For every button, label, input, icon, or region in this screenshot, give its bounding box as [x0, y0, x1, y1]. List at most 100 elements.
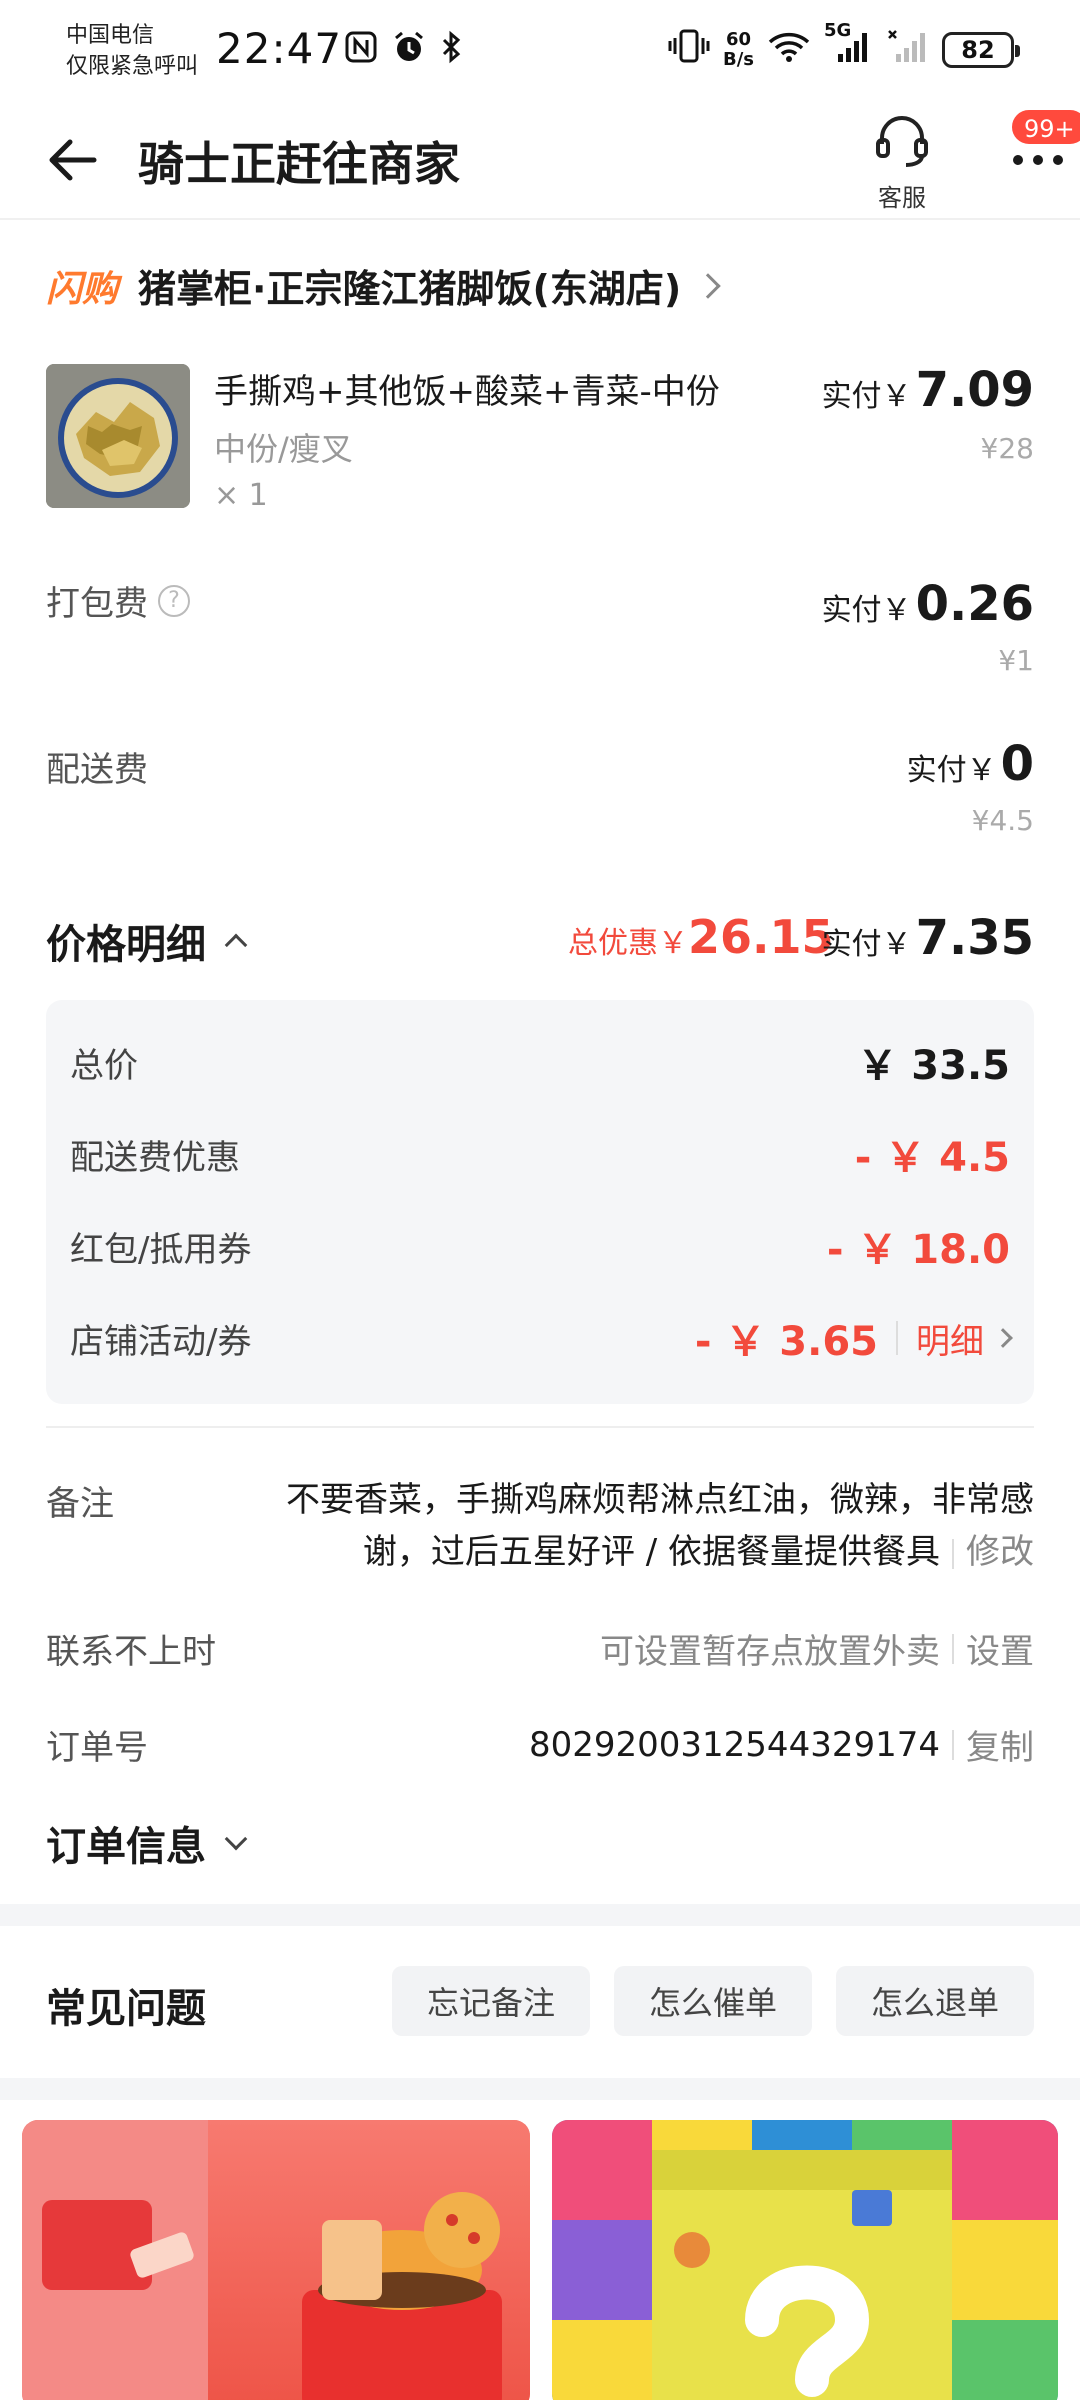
copy-order-number-button[interactable]: 复制	[966, 1720, 1034, 1769]
total-discount: 总优惠￥ 26.15	[568, 910, 834, 964]
discount-prefix: 总优惠￥	[568, 926, 688, 961]
customer-service-button[interactable]: 客服	[862, 114, 942, 212]
mystery-box-image	[552, 2120, 1058, 2400]
price-row-store-promo: 店铺活动/券 - ￥ 3.65 明细	[70, 1308, 1013, 1368]
packing-fee-label: 打包费 ?	[46, 576, 190, 625]
top-nav-bar: 骑士正赶往商家 客服	[0, 100, 1080, 220]
divider	[952, 1729, 954, 1760]
packing-fee-paid: 实付￥ 0.26	[822, 576, 1034, 632]
signal-icon: 5G	[824, 20, 874, 71]
faq-chip-urge-order[interactable]: 怎么催单	[614, 1966, 812, 2036]
note-label: 备注	[46, 1484, 114, 1524]
faq-title: 常见问题	[46, 1986, 206, 2032]
network-type: 5G	[824, 20, 852, 41]
nfc-icon	[344, 30, 378, 73]
price-row-value: - ￥ 3.65	[694, 1319, 878, 1365]
item-quantity: × 1	[214, 478, 268, 513]
price-row-total: 总价 ￥ 33.5	[70, 1032, 1010, 1092]
packing-fee-text: 打包费	[46, 584, 148, 624]
promo-banner-left[interactable]	[22, 2120, 530, 2400]
edit-note-button[interactable]: 修改	[966, 1532, 1034, 1572]
item-thumbnail[interactable]	[46, 364, 190, 508]
chevron-right-icon	[695, 272, 721, 299]
item-spec: 中份/瘦叉	[214, 430, 353, 468]
promo-food-image	[22, 2120, 530, 2400]
unreachable-row: 可设置暂存点放置外卖 设置	[600, 1624, 1034, 1673]
customer-service-label: 客服	[878, 184, 926, 212]
order-number-value: 8029200312544329174	[528, 1724, 940, 1765]
delivery-fee-paid: 实付￥ 0	[907, 736, 1034, 792]
item-name: 手撕鸡+其他饭+酸菜+青菜-中份	[214, 372, 720, 412]
note-content: 不要香菜，手撕鸡麻烦帮淋点红油，微辣，非常感 谢，过后五星好评 / 依据餐量提供…	[200, 1474, 1034, 1578]
discount-amount: 26.15	[688, 910, 834, 964]
battery-level: 82	[961, 35, 995, 64]
paid-amount: 0.26	[915, 576, 1034, 632]
note-line: 不要香菜，手撕鸡麻烦帮淋点红油，微辣，非常感	[286, 1480, 1034, 1520]
total-paid: 实付￥ 7.35	[822, 910, 1034, 966]
net-speed-unit: B/s	[722, 48, 754, 70]
carrier-info: 中国电信 仅限紧急呼叫	[66, 20, 198, 82]
paid-prefix: 实付￥	[821, 927, 912, 962]
price-row-value: - ￥ 4.5	[854, 1135, 1010, 1181]
promo-banner-right[interactable]	[552, 2120, 1058, 2400]
wifi-icon	[766, 28, 812, 71]
set-dropoff-button[interactable]: 设置	[966, 1624, 1034, 1673]
order-info-title: 订单信息	[46, 1824, 206, 1870]
vibrate-icon	[667, 28, 711, 71]
flash-purchase-tag: 闪购	[46, 268, 119, 310]
price-detail-toggle[interactable]: 价格明细	[46, 912, 248, 970]
bluetooth-icon	[440, 30, 464, 73]
paid-prefix: 实付￥	[821, 379, 912, 414]
net-speed-value: 60	[725, 28, 752, 50]
delivery-fee-label: 配送费	[46, 742, 148, 791]
back-button[interactable]	[40, 128, 104, 192]
notification-badge: 99+	[1010, 108, 1080, 146]
price-row-label: 店铺活动/券	[70, 1321, 252, 1362]
clock: 22:47	[216, 24, 343, 73]
unreachable-value: 可设置暂存点放置外卖	[600, 1632, 940, 1672]
net-speed: 60 B/s	[722, 28, 754, 70]
order-number-label: 订单号	[46, 1728, 148, 1768]
paid-amount: 7.09	[915, 362, 1034, 418]
price-row-label: 总价	[70, 1045, 138, 1086]
status-icons-right: 60 B/s 5G 82	[667, 20, 1020, 71]
paid-amount: 0	[1000, 736, 1034, 792]
price-row-label: 配送费优惠	[70, 1137, 240, 1178]
order-info-toggle[interactable]: 订单信息	[46, 1814, 248, 1872]
paid-prefix: 实付￥	[906, 753, 997, 788]
faq-chip-forgot-note[interactable]: 忘记备注	[392, 1966, 590, 2036]
paid-prefix: 实付￥	[821, 593, 912, 628]
headset-icon	[876, 116, 928, 167]
promo-detail-link[interactable]: 明细	[916, 1314, 1013, 1363]
price-row-value: - ￥ 18.0	[826, 1227, 1010, 1273]
price-row-coupon: 红包/抵用券 - ￥ 18.0	[70, 1216, 1010, 1276]
price-breakdown-panel: 总价 ￥ 33.5 配送费优惠 - ￥ 4.5 红包/抵用券 - ￥ 18.0 …	[46, 1000, 1034, 1404]
item-paid-price: 实付￥ 7.09	[822, 362, 1034, 418]
carrier-status: 仅限紧急呼叫	[66, 54, 199, 79]
divider	[952, 1538, 954, 1569]
packing-fee-original: ¥1	[998, 644, 1034, 677]
faq-chip-cancel-order[interactable]: 怎么退单	[836, 1966, 1034, 2036]
chevron-down-icon	[224, 1827, 248, 1851]
page-title: 骑士正赶往商家	[138, 137, 460, 191]
order-number-row: 8029200312544329174 复制	[529, 1720, 1034, 1769]
help-icon[interactable]: ?	[158, 584, 190, 617]
chevron-right-icon	[993, 1328, 1013, 1348]
note-line: 谢，过后五星好评 / 依据餐量提供餐具	[362, 1532, 940, 1572]
promo-detail-label: 明细	[916, 1321, 984, 1362]
store-link[interactable]: 闪购 猪掌柜·正宗隆江猪脚饭(东湖店)	[46, 258, 721, 313]
status-icons-left	[344, 30, 464, 73]
alarm-icon	[392, 30, 426, 73]
section-gap	[0, 2078, 1080, 2100]
divider	[896, 1321, 898, 1355]
battery-icon: 82	[942, 31, 1020, 68]
price-row-value: ￥ 33.5	[857, 1043, 1010, 1089]
price-row-delivery-discount: 配送费优惠 - ￥ 4.5	[70, 1124, 1010, 1184]
carrier-name: 中国电信	[66, 23, 155, 48]
section-divider	[46, 1426, 1034, 1428]
signal-empty-icon	[886, 28, 930, 71]
paid-amount: 7.35	[915, 910, 1034, 966]
price-row-label: 红包/抵用券	[70, 1229, 252, 1270]
price-detail-title: 价格明细	[46, 922, 206, 968]
item-original-price: ¥28	[980, 432, 1034, 465]
